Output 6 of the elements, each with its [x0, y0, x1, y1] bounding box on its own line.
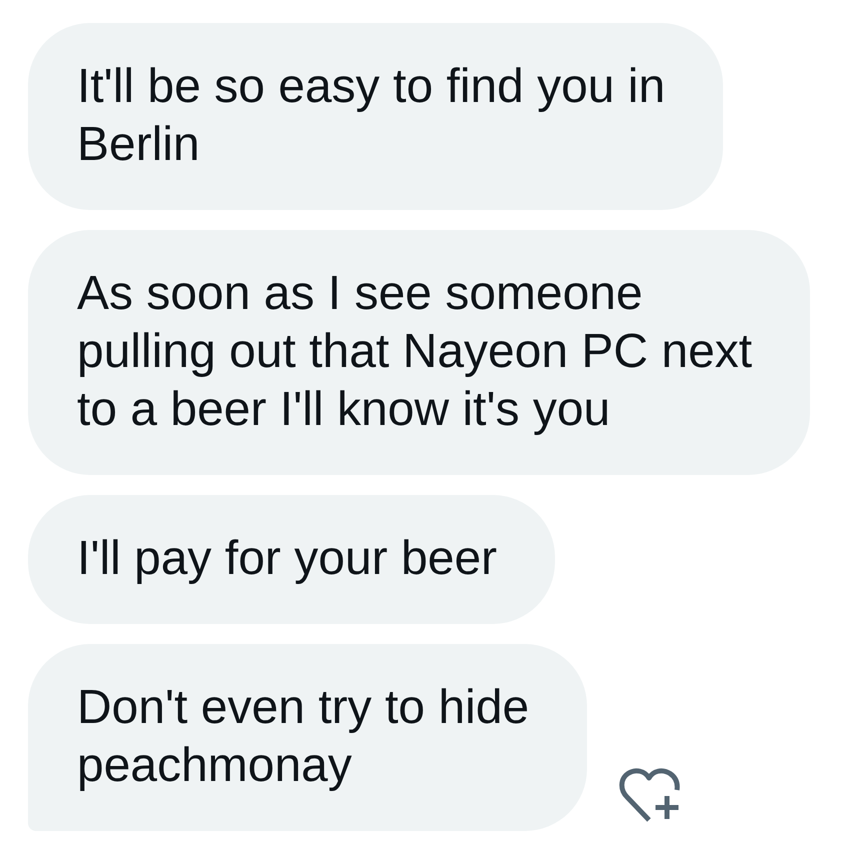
message-bubble: It'll be so easy to find you in Berlin: [28, 23, 723, 210]
message-bubble: Don't even try to hide peachmonay: [28, 644, 587, 831]
add-reaction-button[interactable]: [617, 767, 681, 823]
heart-plus-icon: [617, 767, 681, 823]
message-bubble: I'll pay for your beer: [28, 495, 555, 624]
message-bubble: As soon as I see someone pulling out that Nayeon PC next to a beer I'll know it's you: [28, 230, 810, 475]
